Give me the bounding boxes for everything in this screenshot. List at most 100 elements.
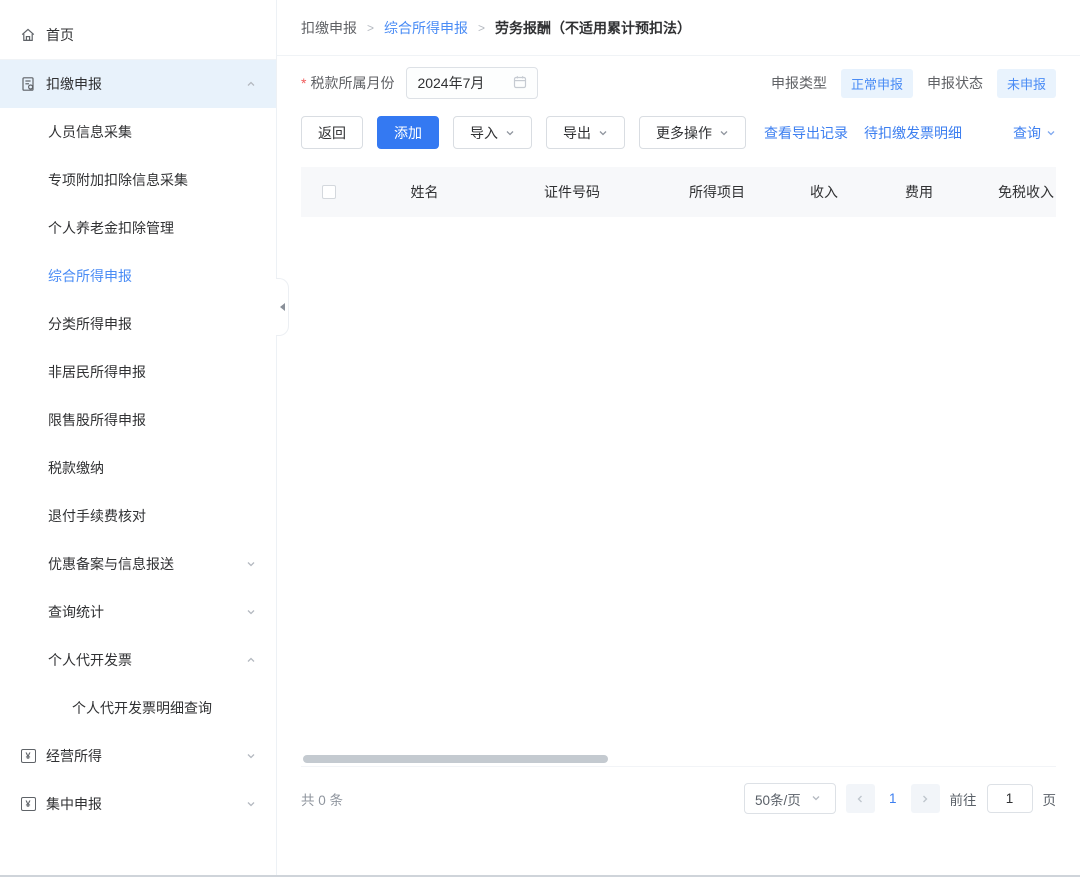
- declare-type-label: 申报类型: [771, 73, 827, 93]
- page-unit-label: 页: [1043, 789, 1057, 809]
- query-toggle[interactable]: 查询: [1013, 123, 1056, 143]
- filter-row: * 税款所属月份 2024年7月 申报类型 正常申报 申报状态 未申报: [277, 56, 1080, 110]
- sidebar: 首页 扣缴申报 人员信息采集 专项附加扣除信息采集 个人养老金扣除管理 综合所得…: [0, 0, 277, 875]
- next-page-button[interactable]: [911, 784, 940, 813]
- main-content: 扣缴申报 > 综合所得申报 > 劳务报酬（不适用累计预扣法） * 税款所属月份 …: [277, 0, 1080, 875]
- sidebar-group-preferential-filing[interactable]: 优惠备案与信息报送: [0, 540, 276, 588]
- sidebar-item-restricted-shares-declaration[interactable]: 限售股所得申报: [0, 396, 276, 444]
- sidebar-item-special-additional-deduction[interactable]: 专项附加扣除信息采集: [0, 156, 276, 204]
- toolbar: 返回 添加 导入 导出 更多操作 查看导出记录: [277, 110, 1080, 161]
- sidebar-item-label: 分类所得申报: [48, 314, 132, 334]
- sidebar-item-personnel-info-collection[interactable]: 人员信息采集: [0, 108, 276, 156]
- prev-page-button[interactable]: [846, 784, 875, 813]
- sidebar-item-label: 优惠备案与信息报送: [48, 554, 174, 574]
- pagination-controls: 50条/页 1 前往 页: [744, 783, 1056, 814]
- horizontal-scrollbar: [301, 754, 1056, 764]
- select-all-checkbox[interactable]: [322, 185, 336, 199]
- sidebar-item-label: 税款缴纳: [48, 458, 104, 478]
- column-header-name: 姓名: [357, 182, 492, 202]
- sidebar-item-label: 综合所得申报: [48, 266, 132, 286]
- chevron-down-icon: [246, 607, 256, 617]
- back-button[interactable]: 返回: [301, 116, 363, 149]
- column-header-tax-free-income: 免税收入: [939, 182, 1056, 202]
- add-button[interactable]: 添加: [377, 116, 439, 149]
- app-window: 首页 扣缴申报 人员信息采集 专项附加扣除信息采集 个人养老金扣除管理 综合所得…: [0, 0, 1080, 877]
- breadcrumb: 扣缴申报 > 综合所得申报 > 劳务报酬（不适用累计预扣法）: [277, 0, 1080, 56]
- chevron-down-icon: [598, 128, 608, 138]
- import-label: 导入: [470, 123, 498, 143]
- shop-yen-icon: ¥: [20, 748, 36, 764]
- required-asterisk: *: [301, 75, 306, 91]
- table-header-row: 姓名 证件号码 所得项目 收入 费用 免税收入: [301, 167, 1056, 217]
- tax-month-value: 2024年7月: [417, 73, 513, 93]
- chevron-down-icon: [719, 128, 729, 138]
- goto-page-label: 前往: [950, 789, 977, 809]
- sidebar-item-comprehensive-income-declaration[interactable]: 综合所得申报: [0, 252, 276, 300]
- chevron-down-icon: [811, 791, 821, 806]
- sidebar-item-label: 扣缴申报: [46, 74, 102, 94]
- home-icon: [20, 27, 36, 43]
- column-header-id-number: 证件号码: [492, 182, 652, 202]
- document-icon: [20, 76, 36, 92]
- sidebar-item-personal-invoice-detail-query[interactable]: 个人代开发票明细查询: [0, 684, 276, 732]
- sidebar-item-label: 限售股所得申报: [48, 410, 146, 430]
- sidebar-item-label: 人员信息采集: [48, 122, 132, 142]
- pending-withholding-invoice-detail-link[interactable]: 待扣缴发票明细: [864, 123, 962, 143]
- chevron-down-icon: [246, 751, 256, 761]
- sidebar-item-home[interactable]: 首页: [0, 10, 276, 60]
- sidebar-item-label: 首页: [46, 25, 74, 45]
- chevron-up-icon: [246, 79, 256, 89]
- query-label: 查询: [1013, 123, 1041, 143]
- total-count: 共 0 条: [301, 789, 343, 809]
- more-actions-label: 更多操作: [656, 123, 712, 143]
- sidebar-item-label: 集中申报: [46, 794, 102, 814]
- declaration-meta: 申报类型 正常申报 申报状态 未申报: [771, 69, 1056, 98]
- export-dropdown-button[interactable]: 导出: [546, 116, 625, 149]
- breadcrumb-separator: >: [367, 21, 374, 35]
- sidebar-item-label: 查询统计: [48, 602, 104, 622]
- tax-month-label: 税款所属月份: [310, 73, 394, 93]
- chevron-down-icon: [1046, 125, 1056, 141]
- column-header-income-item: 所得项目: [652, 182, 782, 202]
- tax-month-picker[interactable]: 2024年7月: [406, 67, 538, 99]
- sidebar-item-label: 个人代开发票: [48, 650, 132, 670]
- more-actions-dropdown-button[interactable]: 更多操作: [639, 116, 746, 149]
- pagination-bar: 共 0 条 50条/页 1 前往 页: [277, 767, 1080, 830]
- chevron-up-icon: [246, 655, 256, 665]
- export-label: 导出: [563, 123, 591, 143]
- sidebar-item-tax-payment[interactable]: 税款缴纳: [0, 444, 276, 492]
- data-table: 姓名 证件号码 所得项目 收入 费用 免税收入: [301, 167, 1056, 767]
- sidebar-collapse-handle[interactable]: [276, 278, 289, 336]
- sidebar-item-label: 专项附加扣除信息采集: [48, 170, 188, 190]
- sidebar-group-centralized-declaration[interactable]: ¥ 集中申报: [0, 780, 276, 828]
- sidebar-item-classified-income-declaration[interactable]: 分类所得申报: [0, 300, 276, 348]
- toolbar-links: 查看导出记录 待扣缴发票明细: [764, 123, 962, 143]
- page-size-select[interactable]: 50条/页: [744, 783, 836, 814]
- sidebar-item-label: 非居民所得申报: [48, 362, 146, 382]
- sidebar-group-business-income[interactable]: ¥ 经营所得: [0, 732, 276, 780]
- collapse-left-icon: [280, 303, 285, 311]
- declare-status-label: 申报状态: [927, 73, 983, 93]
- chevron-down-icon: [505, 128, 515, 138]
- sidebar-item-label: 经营所得: [46, 746, 102, 766]
- import-dropdown-button[interactable]: 导入: [453, 116, 532, 149]
- chevron-down-icon: [246, 559, 256, 569]
- page-size-value: 50条/页: [755, 789, 801, 809]
- sidebar-item-personal-pension-deduction[interactable]: 个人养老金扣除管理: [0, 204, 276, 252]
- sidebar-group-personal-invoice-issuing[interactable]: 个人代开发票: [0, 636, 276, 684]
- current-page[interactable]: 1: [885, 791, 901, 806]
- sidebar-item-refund-fee-check[interactable]: 退付手续费核对: [0, 492, 276, 540]
- breadcrumb-separator: >: [478, 21, 485, 35]
- sidebar-group-query-statistics[interactable]: 查询统计: [0, 588, 276, 636]
- page-title: 劳务报酬（不适用累计预扣法）: [495, 18, 691, 38]
- sidebar-item-label: 个人养老金扣除管理: [48, 218, 174, 238]
- breadcrumb-link-comprehensive-income[interactable]: 综合所得申报: [384, 18, 468, 38]
- sidebar-item-nonresident-income-declaration[interactable]: 非居民所得申报: [0, 348, 276, 396]
- goto-page-input[interactable]: [987, 784, 1033, 813]
- view-export-records-link[interactable]: 查看导出记录: [764, 123, 848, 143]
- sidebar-group-withholding-declaration[interactable]: 扣缴申报: [0, 60, 276, 108]
- sidebar-item-label: 退付手续费核对: [48, 506, 146, 526]
- declare-type-badge: 正常申报: [841, 69, 913, 98]
- select-all-cell: [301, 185, 357, 199]
- horizontal-scrollbar-thumb[interactable]: [303, 755, 608, 763]
